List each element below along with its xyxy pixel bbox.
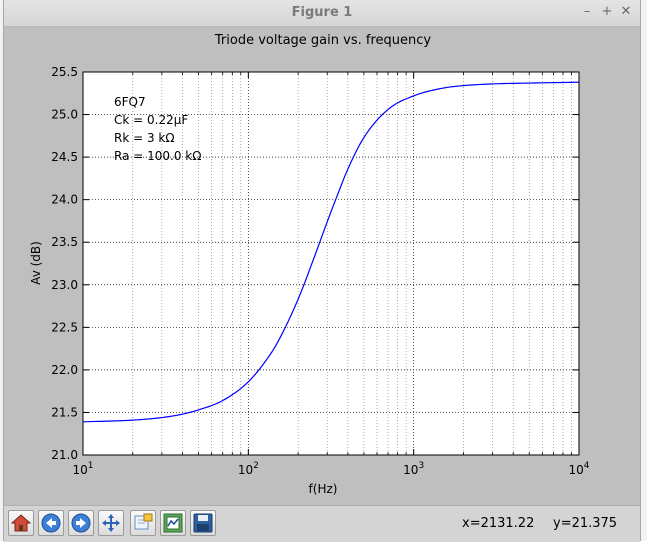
zoom-rect-icon [134, 513, 153, 530]
y-axis-label: Av (dB) [29, 241, 43, 285]
forward-button[interactable] [68, 510, 94, 536]
pan-move-icon [102, 514, 120, 532]
figure-canvas[interactable]: Triode voltage gain vs. frequency 21.0 21… [4, 27, 640, 505]
pan-button[interactable] [98, 510, 124, 536]
x-tick-label: 101 [72, 461, 93, 477]
back-button[interactable] [38, 510, 64, 536]
figure-window: Figure 1 – + ✕ Triode voltage gain vs. f… [3, 0, 641, 542]
back-arrow-icon [41, 513, 61, 533]
x-tick-label: 103 [403, 461, 424, 477]
navigation-toolbar: x=2131.22 y=21.375 [4, 505, 640, 542]
y-tick-label: 25.0 [51, 108, 78, 122]
minimize-button[interactable]: – [579, 4, 595, 20]
forward-arrow-icon [71, 513, 91, 533]
y-tick-label: 23.5 [51, 235, 78, 249]
configure-subplots-icon [163, 513, 183, 533]
y-tick-label: 24.5 [51, 150, 78, 164]
y-tick-label: 22.5 [51, 320, 78, 334]
close-button[interactable]: ✕ [618, 4, 634, 20]
cursor-y-readout: y=21.375 [553, 516, 618, 531]
zoom-button[interactable] [130, 510, 156, 536]
annotation-ck: Ck = 0.22μF [114, 113, 188, 127]
window-title: Figure 1 [291, 5, 353, 20]
maximize-button[interactable]: + [599, 4, 615, 20]
y-tick-labels: 21.0 21.5 22.0 22.5 23.0 23.5 24.0 24.5 25.0 25.5 [51, 65, 78, 462]
save-button[interactable] [190, 510, 216, 536]
annotation-ra: Ra = 100.0 kΩ [114, 149, 201, 163]
desktop-right-edge [641, 0, 647, 541]
annotation-tube: 6FQ7 [114, 95, 146, 109]
configure-subplots-button[interactable] [160, 510, 186, 536]
x-tick-labels: 101 102 103 104 [72, 461, 589, 477]
y-tick-label: 25.5 [51, 65, 78, 79]
annotation-rk: Rk = 3 kΩ [114, 131, 175, 145]
y-tick-label: 21.0 [51, 448, 78, 462]
home-icon [11, 514, 31, 532]
cursor-x-readout: x=2131.22 [462, 516, 535, 531]
x-tick-label: 104 [568, 461, 589, 477]
plot-area[interactable] [83, 72, 579, 455]
y-tick-label: 21.5 [51, 405, 78, 419]
chart-title: Triode voltage gain vs. frequency [214, 33, 431, 48]
y-tick-label: 24.0 [51, 193, 78, 207]
home-button[interactable] [8, 510, 34, 536]
x-axis-label: f(Hz) [309, 482, 338, 496]
plot-svg[interactable]: Triode voltage gain vs. frequency 21.021… [4, 27, 640, 505]
y-tick-label: 22.0 [51, 363, 78, 377]
title-bar[interactable]: Figure 1 – + ✕ [4, 0, 640, 27]
x-tick-label: 102 [238, 461, 259, 477]
y-tick-label: 23.0 [51, 278, 78, 292]
save-floppy-icon [193, 513, 213, 533]
